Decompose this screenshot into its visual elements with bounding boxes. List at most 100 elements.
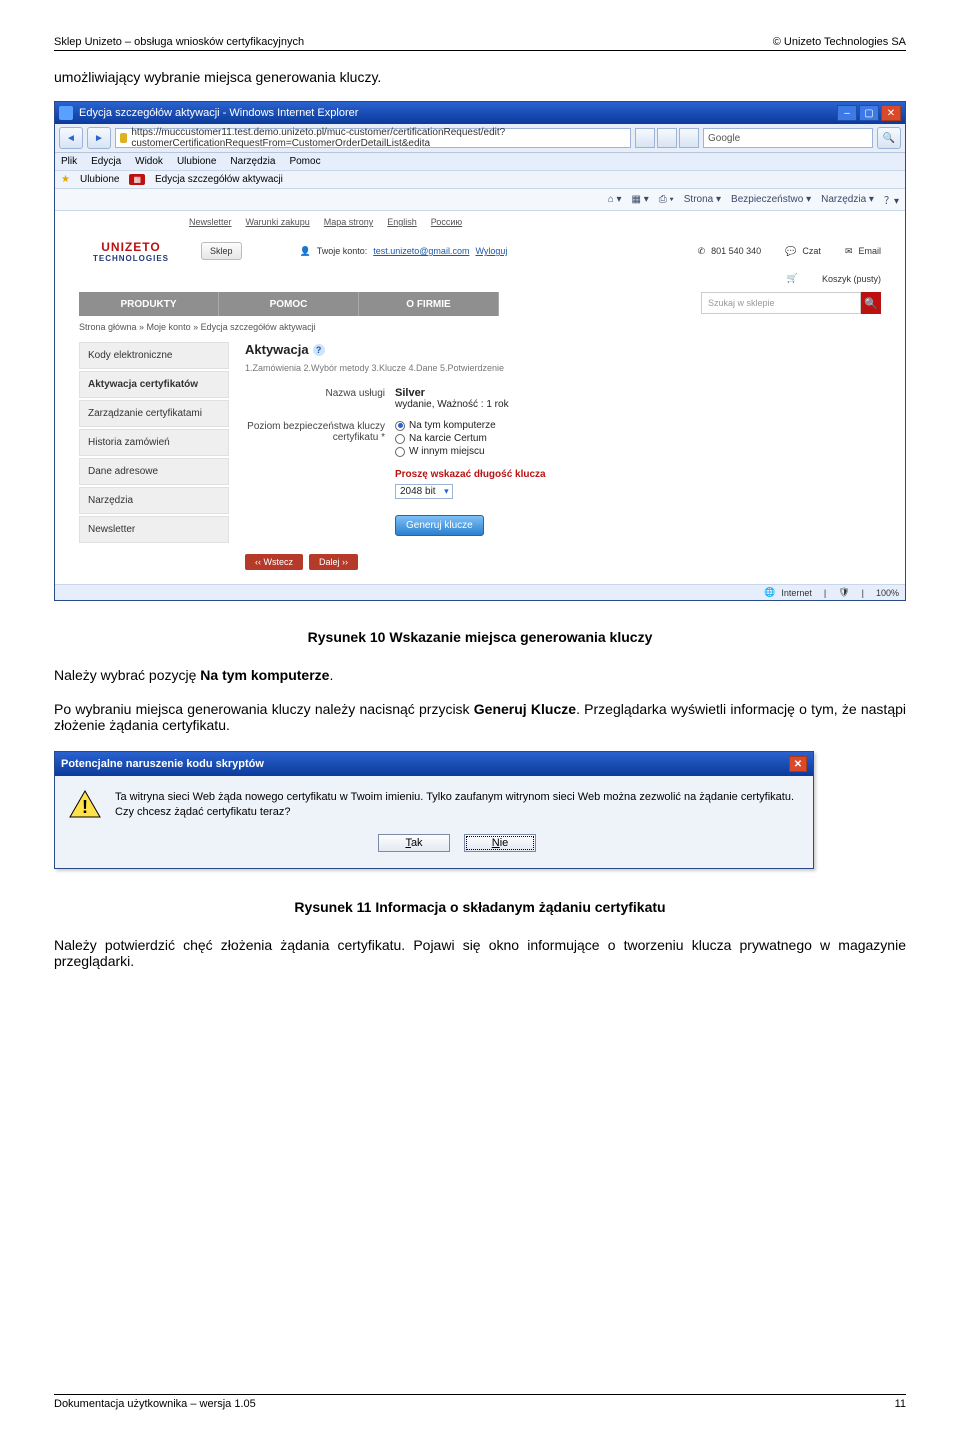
chat-icon: 💬 [785,246,796,257]
help-icon[interactable]: ? [313,344,325,356]
radio-icon [395,421,405,431]
cmd-tools[interactable]: Narzędzia ▾ [821,194,874,205]
nav-forward-button[interactable]: ► [87,127,111,149]
key-length-select[interactable]: 2048 bit [395,484,453,499]
bold-text: Na tym komputerze [200,667,329,683]
browser-search-input[interactable]: Google [703,128,873,148]
email-icon: ✉ [845,246,853,257]
url-input[interactable]: https://muccustomer11.test.demo.unizeto.… [115,128,631,148]
site-search-button[interactable]: 🔍 [861,292,881,314]
menu-help[interactable]: Pomoc [289,156,320,167]
browser-search-button[interactable]: 🔍 [877,127,901,149]
breadcrumb: Strona główna » Moje konto » Edycja szcz… [79,322,881,332]
doc-footer-page: 11 [895,1398,906,1410]
ssl-button[interactable] [635,128,655,148]
wizard-nav-buttons: ‹‹ Wstecz Dalej ›› [245,554,881,570]
dialog-title-text: Potencjalne naruszenie kodu skryptów [61,758,264,770]
feeds-icon[interactable]: ▦ ▾ [632,194,649,205]
radio-certum-card[interactable]: Na karcie Certum [395,433,496,444]
site-content: Newsletter Warunki zakupu Mapa strony En… [55,211,905,584]
paragraph-select-position: Należy wybrać pozycję Na tym komputerze. [54,667,906,683]
nav-back-button[interactable]: ◄ [59,127,83,149]
protected-mode-icon: 🛡 [838,587,849,598]
dialog-line1: Ta witryna sieci Web żąda nowego certyfi… [115,790,799,805]
side-item-address[interactable]: Dane adresowe [79,458,229,485]
side-item-activation[interactable]: Aktywacja certyfikatów [79,371,229,398]
text: Po wybraniu miejsca generowania kluczy n… [54,701,474,717]
link-russian[interactable]: Россию [431,217,462,227]
nav-about[interactable]: O FIRMIE [359,292,499,316]
figure-caption-10: Rysunek 10 Wskazanie miejsca generowania… [54,629,906,645]
link-sitemap[interactable]: Mapa strony [324,217,374,227]
back-button[interactable]: ‹‹ Wstecz [245,554,303,570]
side-item-tools[interactable]: Narzędzia [79,487,229,514]
stop-button[interactable] [679,128,699,148]
email-link[interactable]: Email [858,246,881,256]
menu-favorites[interactable]: Ulubione [177,156,216,167]
account-block: 👤 Twoje konto: test.unizeto@gmail.com Wy… [300,246,508,257]
dialog-yes-button[interactable]: Tak [378,834,450,852]
side-item-newsletter[interactable]: Newsletter [79,516,229,543]
star-icon[interactable]: ★ [61,174,70,185]
address-bar: ◄ ► https://muccustomer11.test.demo.uniz… [55,124,905,153]
radio-label: W innym miejscu [409,446,485,457]
security-level-label: Poziom bezpieczeństwa kluczy certyfikatu… [245,420,385,443]
radio-label: Na tym komputerze [409,420,496,431]
side-item-manage[interactable]: Zarządzanie certyfikatami [79,400,229,427]
radio-other-place[interactable]: W innym miejscu [395,446,496,457]
search-provider-label: Google [708,133,740,144]
window-minimize-button[interactable]: – [837,105,857,121]
cmd-safety[interactable]: Bezpieczeństwo ▾ [731,194,811,205]
cart-icon[interactable]: 🛒 [787,273,798,284]
nav-help[interactable]: POMOC [219,292,359,316]
side-item-codes[interactable]: Kody elektroniczne [79,342,229,369]
dialog-close-button[interactable]: ✕ [789,756,807,772]
dialog-no-button[interactable]: Nie [464,834,536,852]
panel-heading: Aktywacja ? [245,342,881,357]
active-tab-label[interactable]: Edycja szczegółów aktywacji [155,174,283,185]
generate-keys-button[interactable]: Generuj klucze [395,515,484,536]
refresh-button[interactable] [657,128,677,148]
zoom-label[interactable]: 100% [876,588,899,598]
print-icon[interactable]: ⎙ ▾ [659,194,674,205]
next-button[interactable]: Dalej ›› [309,554,358,570]
cmd-help-icon[interactable]: ？▾ [884,192,899,207]
radio-this-computer[interactable]: Na tym komputerze [395,420,496,431]
logout-link[interactable]: Wyloguj [475,246,507,256]
side-item-orders[interactable]: Historia zamówień [79,429,229,456]
activation-panel: Aktywacja ? 1.Zamówienia 2.Wybór metody … [245,342,881,570]
menu-view[interactable]: Widok [135,156,163,167]
header-contact: ✆ 801 540 340 💬 Czat ✉ Email [698,246,881,257]
window-maximize-button[interactable]: ▢ [859,105,879,121]
cmd-page[interactable]: Strona ▾ [684,194,721,205]
shop-button[interactable]: Sklep [201,242,242,260]
link-terms[interactable]: Warunki zakupu [246,217,310,227]
text: Należy wybrać pozycję [54,667,200,683]
service-label: Nazwa usługi [245,387,385,399]
site-logo[interactable]: UNIZETO TECHNOLOGIES [79,233,183,269]
top-utility-links: Newsletter Warunki zakupu Mapa strony En… [189,217,881,227]
nav-products[interactable]: PRODUKTY [79,292,219,316]
link-english[interactable]: English [387,217,417,227]
cart-label[interactable]: Koszyk (pusty) [822,274,881,284]
chat-link[interactable]: Czat [802,246,821,256]
window-close-button[interactable]: ✕ [881,105,901,121]
account-email-link[interactable]: test.unizeto@gmail.com [373,246,469,256]
logo-sub: TECHNOLOGIES [93,254,169,263]
menu-file[interactable]: Plik [61,156,77,167]
bold-text: Generuj Klucze [474,701,576,717]
intro-paragraph: umożliwiający wybranie miejsca generowan… [54,69,906,85]
doc-header-right: © Unizeto Technologies SA [773,36,906,48]
menu-tools[interactable]: Narzędzia [230,156,275,167]
site-search-input[interactable]: Szukaj w sklepie [701,292,861,314]
radio-label: Na karcie Certum [409,433,487,444]
internet-zone-label: Internet [781,588,812,598]
ie-icon [59,106,73,120]
link-newsletter[interactable]: Newsletter [189,217,232,227]
service-value: Silver [395,387,509,399]
account-icon: 👤 [300,246,311,257]
menu-edit[interactable]: Edycja [91,156,121,167]
home-icon[interactable]: ⌂ ▾ [608,194,622,205]
browser-statusbar: 🌐 Internet | 🛡 | 100% [55,584,905,600]
service-subtext: wydanie, Ważność : 1 rok [395,399,509,410]
